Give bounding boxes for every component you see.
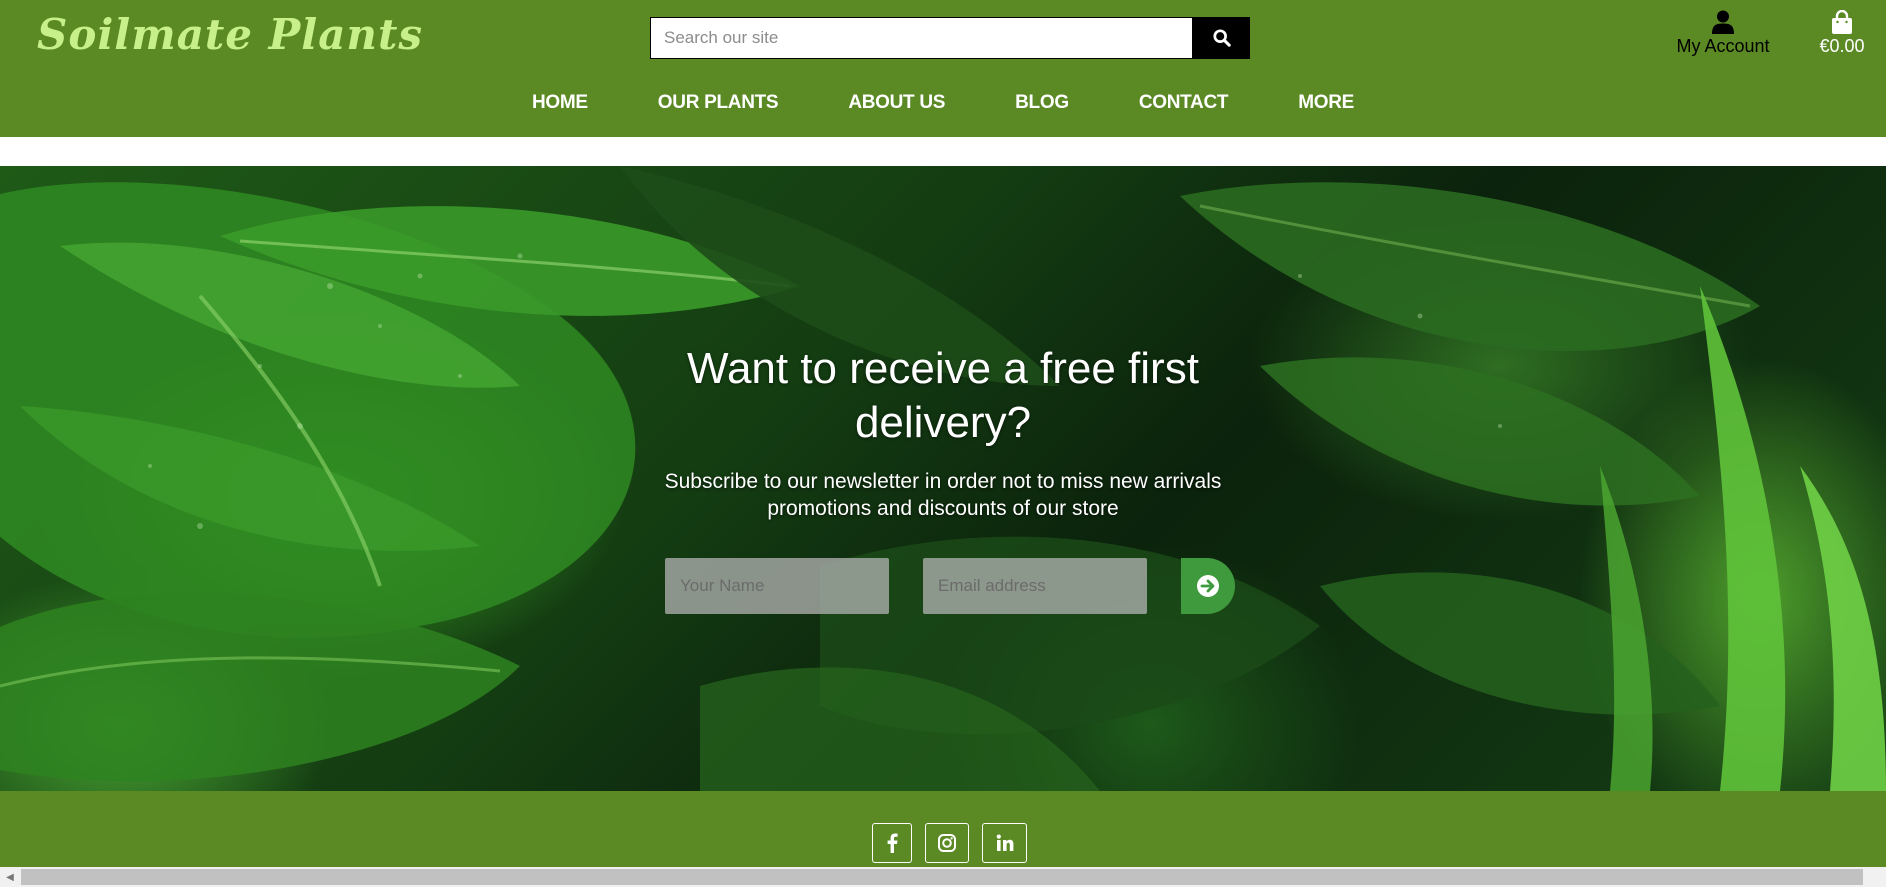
my-account-label: My Account [1676,36,1770,56]
newsletter-submit-button[interactable] [1181,558,1235,614]
search-icon [1212,29,1231,47]
newsletter-content: Want to receive a free first delivery? S… [0,166,1886,791]
newsletter-title: Want to receive a free first delivery? [687,344,1199,447]
search-input[interactable] [650,17,1193,59]
nav-home[interactable]: HOME [532,92,588,120]
instagram-icon [938,834,956,852]
linkedin-link[interactable] [982,823,1027,863]
search-form [650,17,1250,59]
user-icon [1712,10,1734,34]
main-nav: HOME OUR PLANTS ABOUT US BLOG CONTACT MO… [0,92,1886,120]
newsletter-email-input[interactable] [923,558,1147,614]
facebook-link[interactable] [872,823,912,863]
site-header: Soilmate Plants My Account €0.00 HOME OU… [0,0,1886,137]
horizontal-scrollbar[interactable]: ◀ [0,867,1886,887]
newsletter-name-input[interactable] [665,558,889,614]
instagram-link[interactable] [925,823,969,863]
my-account-link[interactable]: My Account [1668,10,1778,57]
newsletter-subtitle: Subscribe to our newsletter in order not… [664,470,1222,520]
arrow-circle-right-icon [1197,575,1219,597]
search-button[interactable] [1193,17,1250,59]
cart-total: €0.00 [1819,36,1865,56]
newsletter-hero: Want to receive a free first delivery? S… [0,166,1886,791]
nav-contact[interactable]: CONTACT [1139,92,1229,120]
facebook-icon [887,833,898,853]
nav-more[interactable]: MORE [1298,92,1354,120]
scrollbar-thumb[interactable] [21,869,1863,885]
nav-our-plants[interactable]: OUR PLANTS [658,92,779,120]
linkedin-icon [996,834,1013,851]
site-footer [0,791,1886,867]
scroll-left-arrow-icon[interactable]: ◀ [0,867,20,887]
cart-link[interactable]: €0.00 [1812,10,1872,57]
shopping-bag-icon [1832,10,1852,34]
nav-about-us[interactable]: ABOUT US [848,92,945,120]
nav-blog[interactable]: BLOG [1015,92,1069,120]
site-logo[interactable]: Soilmate Plants [37,10,423,59]
